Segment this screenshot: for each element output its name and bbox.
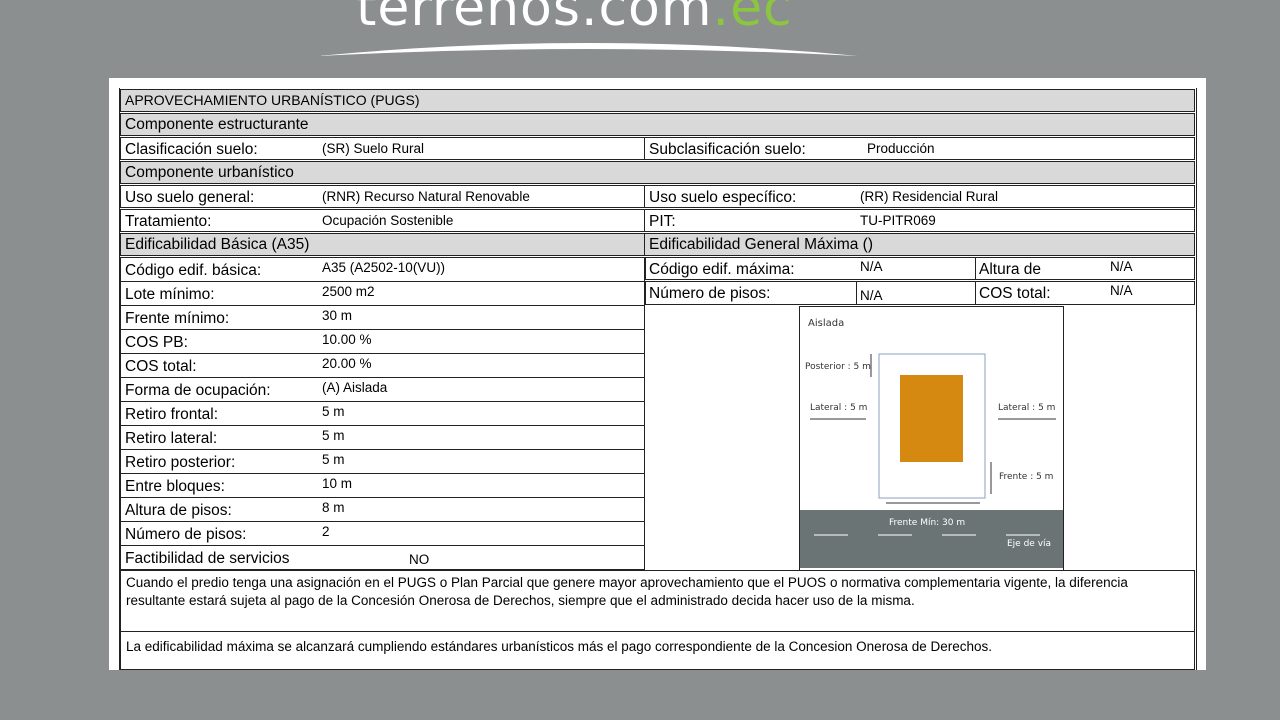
basica-row: Forma de ocupación: (A) Aislada (120, 377, 645, 402)
basica-row: COS total: 20.00 % (120, 353, 645, 378)
table-title: APROVECHAMIENTO URBANÍSTICO (PUGS) (125, 92, 420, 108)
basica-row-label: Factibilidad de servicios (125, 550, 290, 567)
basica-row-value: 8 m (322, 500, 345, 515)
frente-min-label: Frente Mín: 30 m (889, 518, 965, 528)
logo-suffix: ec (730, 0, 793, 38)
altura-label: Altura de (979, 261, 1042, 278)
note-concesion: Cuando el predio tenga una asignación en… (120, 570, 1195, 632)
urbanistico-header: Componente urbanístico (120, 161, 1195, 184)
lateral-right-label: Lateral : 5 m (998, 403, 1055, 413)
basica-row: Código edif. básica: A35 (A2502-10(VU)) (120, 257, 645, 282)
document-page: APROVECHAMIENTO URBANÍSTICO (PUGS) Compo… (109, 78, 1206, 670)
basica-row-value: 5 m (322, 404, 345, 419)
tratamiento-value: Ocupación Sostenible (322, 213, 454, 228)
urbanistico-heading: Componente urbanístico (125, 164, 294, 181)
posterior-label: Posterior : 5 m (805, 362, 871, 372)
tratamiento-row: Tratamiento: Ocupación Sostenible PIT: T… (120, 209, 1195, 232)
subclasificacion-label: Subclasificación suelo: (649, 141, 806, 158)
table-title-row: APROVECHAMIENTO URBANÍSTICO (PUGS) (120, 89, 1195, 112)
pit-label: PIT: (649, 213, 676, 230)
clasificacion-value: (SR) Suelo Rural (322, 141, 425, 156)
basica-row-value: 5 m (322, 428, 345, 443)
eje-via-label: Eje de vía (1007, 539, 1051, 549)
cos-total-max-value: N/A (1110, 283, 1133, 298)
basica-heading: Edificabilidad Básica (A35) (125, 236, 310, 253)
uso-especifico-value: (RR) Residencial Rural (860, 189, 999, 204)
maxima-codigo-label: Código edif. máxima: (649, 261, 795, 278)
clasificacion-row: Clasificación suelo: (SR) Suelo Rural Su… (120, 137, 1195, 160)
frente-label: Frente : 5 m (999, 472, 1053, 482)
basica-row-label: Código edif. básica: (125, 262, 262, 279)
basica-row-label: Retiro lateral: (125, 430, 218, 447)
divider (644, 234, 645, 255)
basica-row-value: (A) Aislada (322, 380, 388, 395)
basica-row-value: 2 (322, 524, 330, 539)
clasificacion-label: Clasificación suelo: (125, 141, 258, 158)
logo-main: terrenos.com (356, 0, 713, 38)
maxima-heading: Edificabilidad General Máxima () (649, 236, 873, 253)
edificabilidad-header-row: Edificabilidad Básica (A35) Edificabilid… (120, 233, 1195, 256)
lateral-left-label: Lateral : 5 m (810, 403, 867, 413)
logo-swoosh-icon (318, 43, 858, 56)
basica-row-value: 5 m (322, 452, 345, 467)
building-footprint (900, 375, 963, 462)
basica-row-label: COS total: (125, 358, 197, 375)
divider (644, 186, 645, 207)
basica-row-value: 2500 m2 (322, 284, 375, 299)
basica-row-label: Retiro posterior: (125, 454, 236, 471)
logo-dot: . (712, 0, 731, 38)
uso-suelo-row: Uso suelo general: (RNR) Recurso Natural… (120, 185, 1195, 208)
basica-row: Retiro posterior: 5 m (120, 449, 645, 474)
basica-row-label: COS PB: (125, 334, 188, 351)
tratamiento-label: Tratamiento: (125, 213, 212, 230)
estructurante-header: Componente estructurante (120, 113, 1195, 136)
subclasificacion-value: Producción (867, 141, 935, 156)
maxima-pisos-row: Número de pisos: N/A COS total: N/A (645, 281, 1195, 305)
divider (856, 282, 857, 304)
uso-general-value: (RNR) Recurso Natural Renovable (322, 189, 530, 204)
divider (975, 282, 976, 304)
basica-row-label: Entre bloques: (125, 478, 225, 495)
estructurante-heading: Componente estructurante (125, 116, 309, 133)
cos-total-max-label: COS total: (979, 285, 1051, 302)
basica-row: COS PB: 10.00 % (120, 329, 645, 354)
lot-diagram-svg: Aislada Posterior : 5 m Lateral : 5 m La… (800, 318, 1063, 568)
basica-row-label: Lote mínimo: (125, 286, 215, 303)
basica-row: Entre bloques: 10 m (120, 473, 645, 498)
basica-row-value: 20.00 % (322, 356, 372, 371)
basica-row-label: Altura de pisos: (125, 502, 232, 519)
basica-row: Retiro lateral: 5 m (120, 425, 645, 450)
divider (644, 138, 645, 159)
basica-row-label: Forma de ocupación: (125, 382, 271, 399)
basica-row-label: Frente mínimo: (125, 310, 230, 327)
aislada-diagram: Aislada Posterior : 5 m Lateral : 5 m La… (799, 306, 1064, 571)
altura-value: N/A (1110, 259, 1133, 274)
maxima-pisos-value: N/A (860, 288, 883, 303)
uso-especifico-label: Uso suelo específico: (649, 189, 797, 206)
divider (644, 210, 645, 231)
maxima-pisos-label: Número de pisos: (649, 285, 771, 302)
uso-general-label: Uso suelo general: (125, 189, 255, 206)
basica-row-value: 10 m (322, 476, 353, 491)
basica-row: Frente mínimo: 30 m (120, 305, 645, 330)
basica-row: Número de pisos: 2 (120, 521, 645, 546)
maxima-codigo-row: Código edif. máxima: N/A Altura de N/A (645, 257, 1195, 280)
basica-row: Factibilidad de servicios NO (120, 545, 645, 570)
logo-text: terrenos.com.ec (356, 0, 793, 38)
maxima-codigo-value: N/A (860, 259, 883, 274)
basica-row-label: Retiro frontal: (125, 406, 219, 423)
basica-row: Lote mínimo: 2500 m2 (120, 281, 645, 306)
note-edificabilidad: La edificabilidad máxima se alcanzará cu… (120, 631, 1195, 670)
basica-row: Retiro frontal: 5 m (120, 401, 645, 426)
site-logo[interactable]: terrenos.com.ec (318, 0, 858, 60)
basica-row-value: 10.00 % (322, 332, 372, 347)
basica-row-value: NO (409, 552, 430, 567)
divider (975, 258, 976, 279)
pit-value: TU-PITR069 (860, 213, 936, 228)
diagram-title: Aislada (808, 318, 844, 329)
basica-row-value: A35 (A2502-10(VU)) (322, 260, 446, 275)
basica-row-value: 30 m (322, 308, 353, 323)
basica-row: Altura de pisos: 8 m (120, 497, 645, 522)
basica-row-label: Número de pisos: (125, 526, 247, 543)
